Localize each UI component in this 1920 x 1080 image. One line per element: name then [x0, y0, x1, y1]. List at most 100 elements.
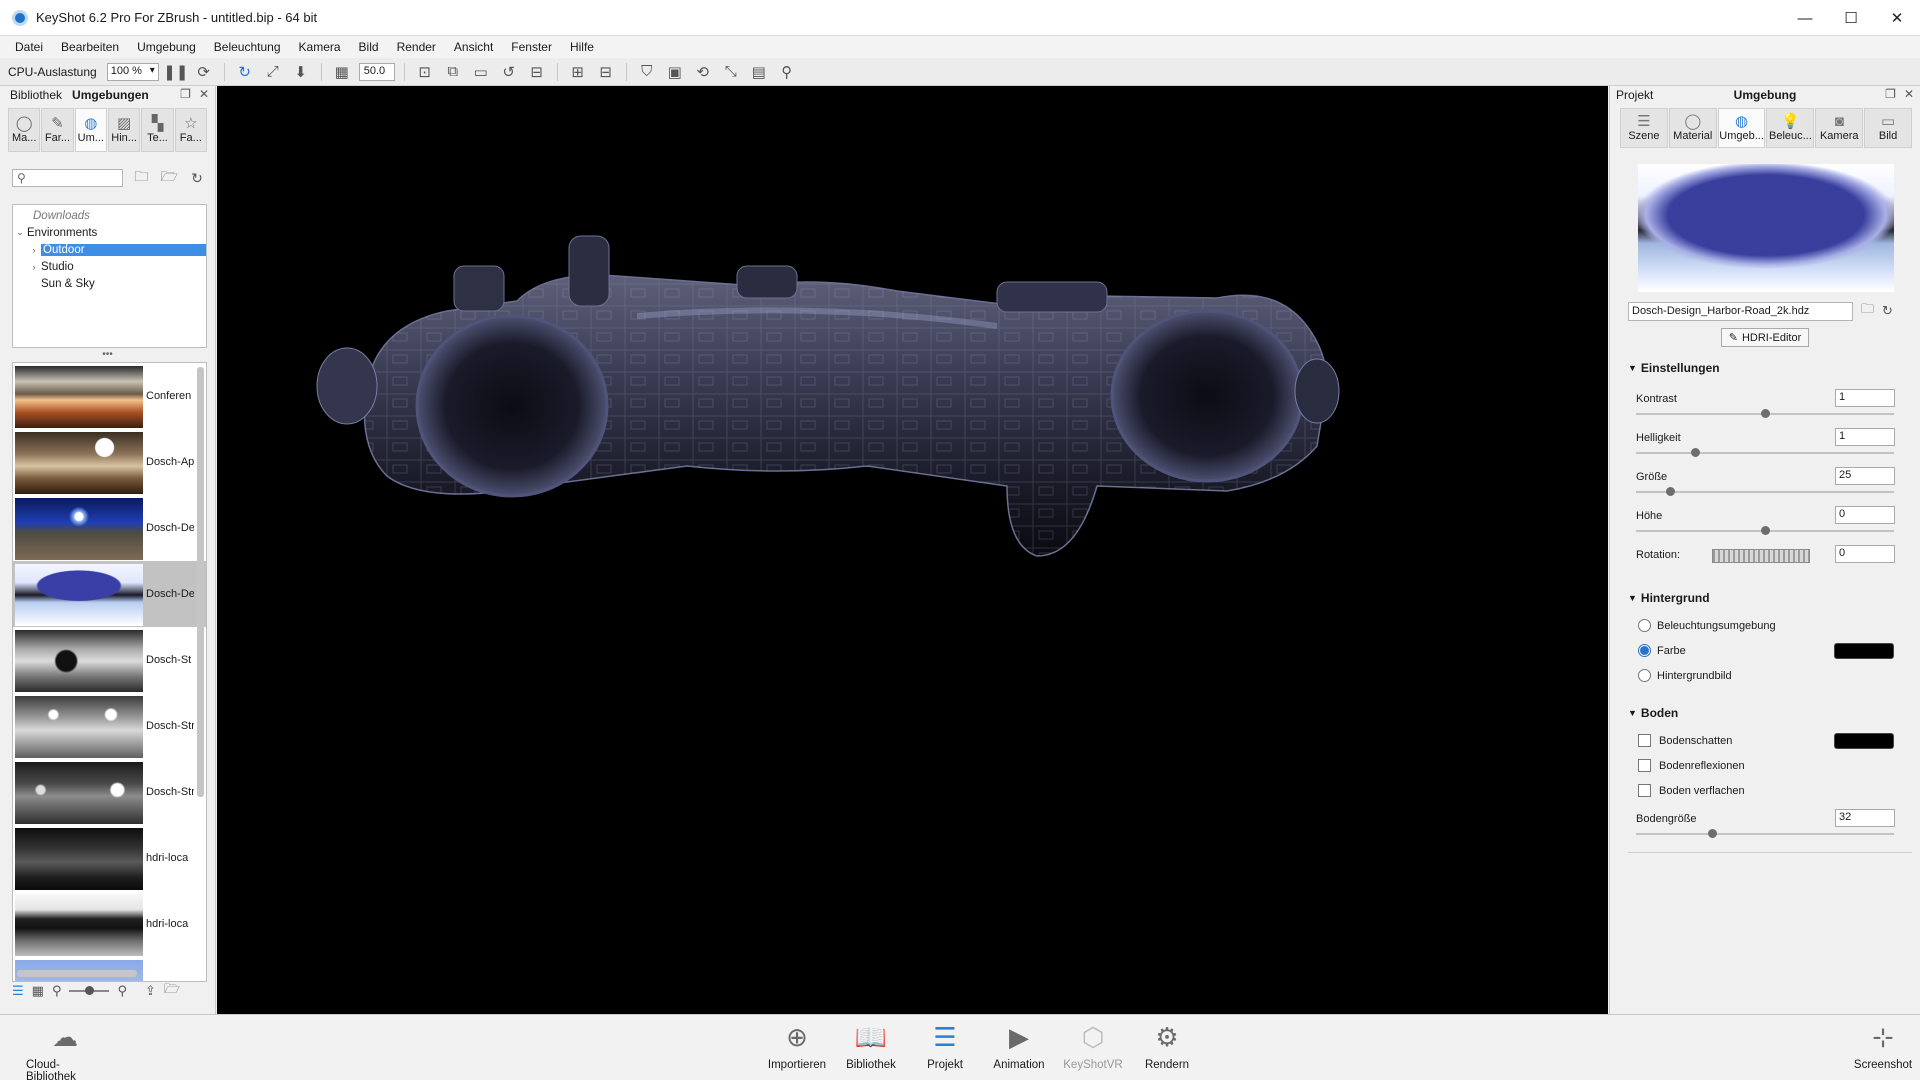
- size-slider[interactable]: [1636, 487, 1894, 496]
- thumbnail-item[interactable]: hdri-loca: [13, 891, 206, 957]
- background-option-color[interactable]: Farbe: [1638, 638, 1920, 663]
- import-folder-icon[interactable]: 🗁: [164, 980, 180, 1002]
- reload-icon[interactable]: ↻: [1882, 303, 1893, 319]
- splitter-handle[interactable]: •••: [0, 350, 215, 362]
- checkbox[interactable]: [1638, 784, 1651, 797]
- thumbnail-item[interactable]: Dosch-Str: [13, 759, 206, 825]
- region-icon[interactable]: ⊡: [414, 61, 436, 83]
- menu-bild[interactable]: Bild: [350, 40, 388, 54]
- tree-item-studio[interactable]: › Studio: [13, 258, 206, 275]
- scale-icon[interactable]: ⤡: [720, 61, 742, 83]
- thumbnail-item[interactable]: hdri-loca: [13, 825, 206, 891]
- close-button[interactable]: ✕: [1874, 0, 1920, 36]
- render-button[interactable]: ⚙ Rendern: [1130, 1021, 1204, 1072]
- maximize-button[interactable]: ☐: [1828, 0, 1874, 36]
- horizontal-scrollbar[interactable]: [17, 970, 137, 977]
- hdri-editor-button[interactable]: ✎ HDRI-Editor: [1721, 328, 1809, 347]
- cloud-library-button[interactable]: ☁ Cloud-Bibliothek: [26, 1021, 104, 1080]
- menu-render[interactable]: Render: [388, 40, 445, 54]
- tab-favorites[interactable]: ☆ Fa...: [174, 108, 207, 152]
- radio-button-selected[interactable]: [1638, 644, 1651, 657]
- shield-icon[interactable]: ⛉: [636, 61, 658, 83]
- tab-environment[interactable]: ◍ Umgeb...: [1717, 108, 1766, 148]
- checkbox[interactable]: [1638, 759, 1651, 772]
- upload-icon[interactable]: ⇪: [145, 983, 156, 999]
- zoom-in-icon[interactable]: ⚲: [117, 983, 127, 999]
- menu-bearbeiten[interactable]: Bearbeiten: [52, 40, 128, 54]
- slider-knob[interactable]: [1761, 526, 1770, 535]
- open-folder-icon[interactable]: 🗀: [131, 166, 151, 190]
- ground-size-input[interactable]: 32: [1835, 809, 1895, 827]
- sync-icon[interactable]: ⟲: [692, 61, 714, 83]
- open-folder-icon[interactable]: 🗀: [1861, 300, 1874, 322]
- slider-knob[interactable]: [1691, 448, 1700, 457]
- tab-camera[interactable]: ◙ Kamera: [1815, 108, 1864, 148]
- settings-section-header[interactable]: ▼ Einstellungen: [1628, 361, 1920, 375]
- contrast-input[interactable]: 1: [1835, 389, 1895, 407]
- tree-item-sun-sky[interactable]: Sun & Sky: [13, 275, 206, 292]
- slider-knob[interactable]: [1708, 829, 1717, 838]
- layout-icon[interactable]: ⊞: [567, 61, 589, 83]
- tab-textures[interactable]: ▚ Te...: [141, 108, 174, 152]
- radio-button[interactable]: [1638, 619, 1651, 632]
- tree-item-environments[interactable]: ⌄ Environments: [13, 224, 206, 241]
- library-search-input[interactable]: ⚲: [12, 169, 124, 187]
- hdri-file-field[interactable]: Dosch-Design_Harbor-Road_2k.hdz: [1628, 301, 1853, 321]
- thumbnail-item[interactable]: Dosch-Str: [13, 693, 206, 759]
- ground-reflections-option[interactable]: Bodenreflexionen: [1638, 753, 1920, 778]
- menu-fenster[interactable]: Fenster: [502, 40, 561, 54]
- rotation-input[interactable]: 0: [1835, 545, 1895, 563]
- rotate-icon[interactable]: ↺: [498, 61, 520, 83]
- animation-button[interactable]: ▶ Animation: [982, 1021, 1056, 1072]
- tab-lighting[interactable]: 💡 Beleuc...: [1766, 108, 1815, 148]
- ground-size-slider[interactable]: [1636, 829, 1894, 838]
- chevron-right-icon[interactable]: ›: [27, 262, 41, 272]
- grid-view-icon[interactable]: ▦: [32, 983, 44, 999]
- background-option-image[interactable]: Hintergrundbild: [1638, 663, 1920, 688]
- menu-hilfe[interactable]: Hilfe: [561, 40, 603, 54]
- rotation-dial[interactable]: [1712, 549, 1810, 563]
- vertical-scrollbar[interactable]: [197, 367, 204, 797]
- menu-ansicht[interactable]: Ansicht: [445, 40, 502, 54]
- render-viewport[interactable]: [217, 86, 1608, 1014]
- ground-section-header[interactable]: ▼ Boden: [1628, 706, 1920, 720]
- menu-datei[interactable]: Datei: [6, 40, 52, 54]
- tab-image[interactable]: ▭ Bild: [1864, 108, 1912, 148]
- size-input[interactable]: 25: [1835, 467, 1895, 485]
- zoom-out-icon[interactable]: ⚲: [52, 983, 62, 999]
- minimize-button[interactable]: —: [1782, 0, 1828, 36]
- menu-beleuchtung[interactable]: Beleuchtung: [205, 40, 290, 54]
- layout-alt-icon[interactable]: ⊟: [595, 61, 617, 83]
- library-button[interactable]: 📖 Bibliothek: [834, 1021, 908, 1072]
- lock-icon[interactable]: ⊟: [526, 61, 548, 83]
- background-option-lighting[interactable]: Beleuchtungsumgebung: [1638, 613, 1920, 638]
- refresh-icon[interactable]: ↻: [187, 170, 207, 187]
- thumbnail-item-selected[interactable]: Dosch-De: [13, 561, 206, 627]
- thumbnail-size-slider[interactable]: [69, 986, 110, 995]
- performance-mode-icon[interactable]: ⟳: [193, 61, 215, 83]
- cpu-usage-select[interactable]: 100 %: [106, 62, 159, 81]
- brightness-slider[interactable]: [1636, 448, 1894, 457]
- drop-to-ground-icon[interactable]: ⬇: [290, 61, 312, 83]
- tab-environments[interactable]: ◍ Um...: [74, 108, 107, 152]
- flatten-ground-option[interactable]: Boden verflachen: [1638, 778, 1920, 803]
- ground-shadow-color-swatch[interactable]: [1834, 732, 1894, 749]
- tab-materials[interactable]: ◯ Ma...: [8, 108, 41, 152]
- tab-scene[interactable]: ☰ Szene: [1620, 108, 1668, 148]
- chevron-right-icon[interactable]: ›: [27, 245, 41, 255]
- tree-item-outdoor[interactable]: › Outdoor: [13, 241, 206, 258]
- list-view-icon[interactable]: ☰: [12, 983, 24, 999]
- import-button[interactable]: ⊕ Importieren: [760, 1021, 834, 1072]
- camera-view-icon[interactable]: ⧉: [442, 61, 464, 83]
- ground-shadows-option[interactable]: Bodenschatten: [1638, 728, 1920, 753]
- thumbnail-item[interactable]: Conferen: [13, 363, 206, 429]
- add-folder-icon[interactable]: 🗁: [159, 166, 179, 190]
- contrast-slider[interactable]: [1636, 409, 1894, 418]
- tab-material[interactable]: ◯ Material: [1668, 108, 1717, 148]
- tree-item-downloads[interactable]: Downloads: [13, 207, 206, 224]
- tab-colors[interactable]: ✎ Far...: [41, 108, 74, 152]
- geometry-view-icon[interactable]: ▭: [470, 61, 492, 83]
- person-icon[interactable]: ⚲: [776, 61, 798, 83]
- slider-knob[interactable]: [1761, 409, 1770, 418]
- height-slider[interactable]: [1636, 526, 1894, 535]
